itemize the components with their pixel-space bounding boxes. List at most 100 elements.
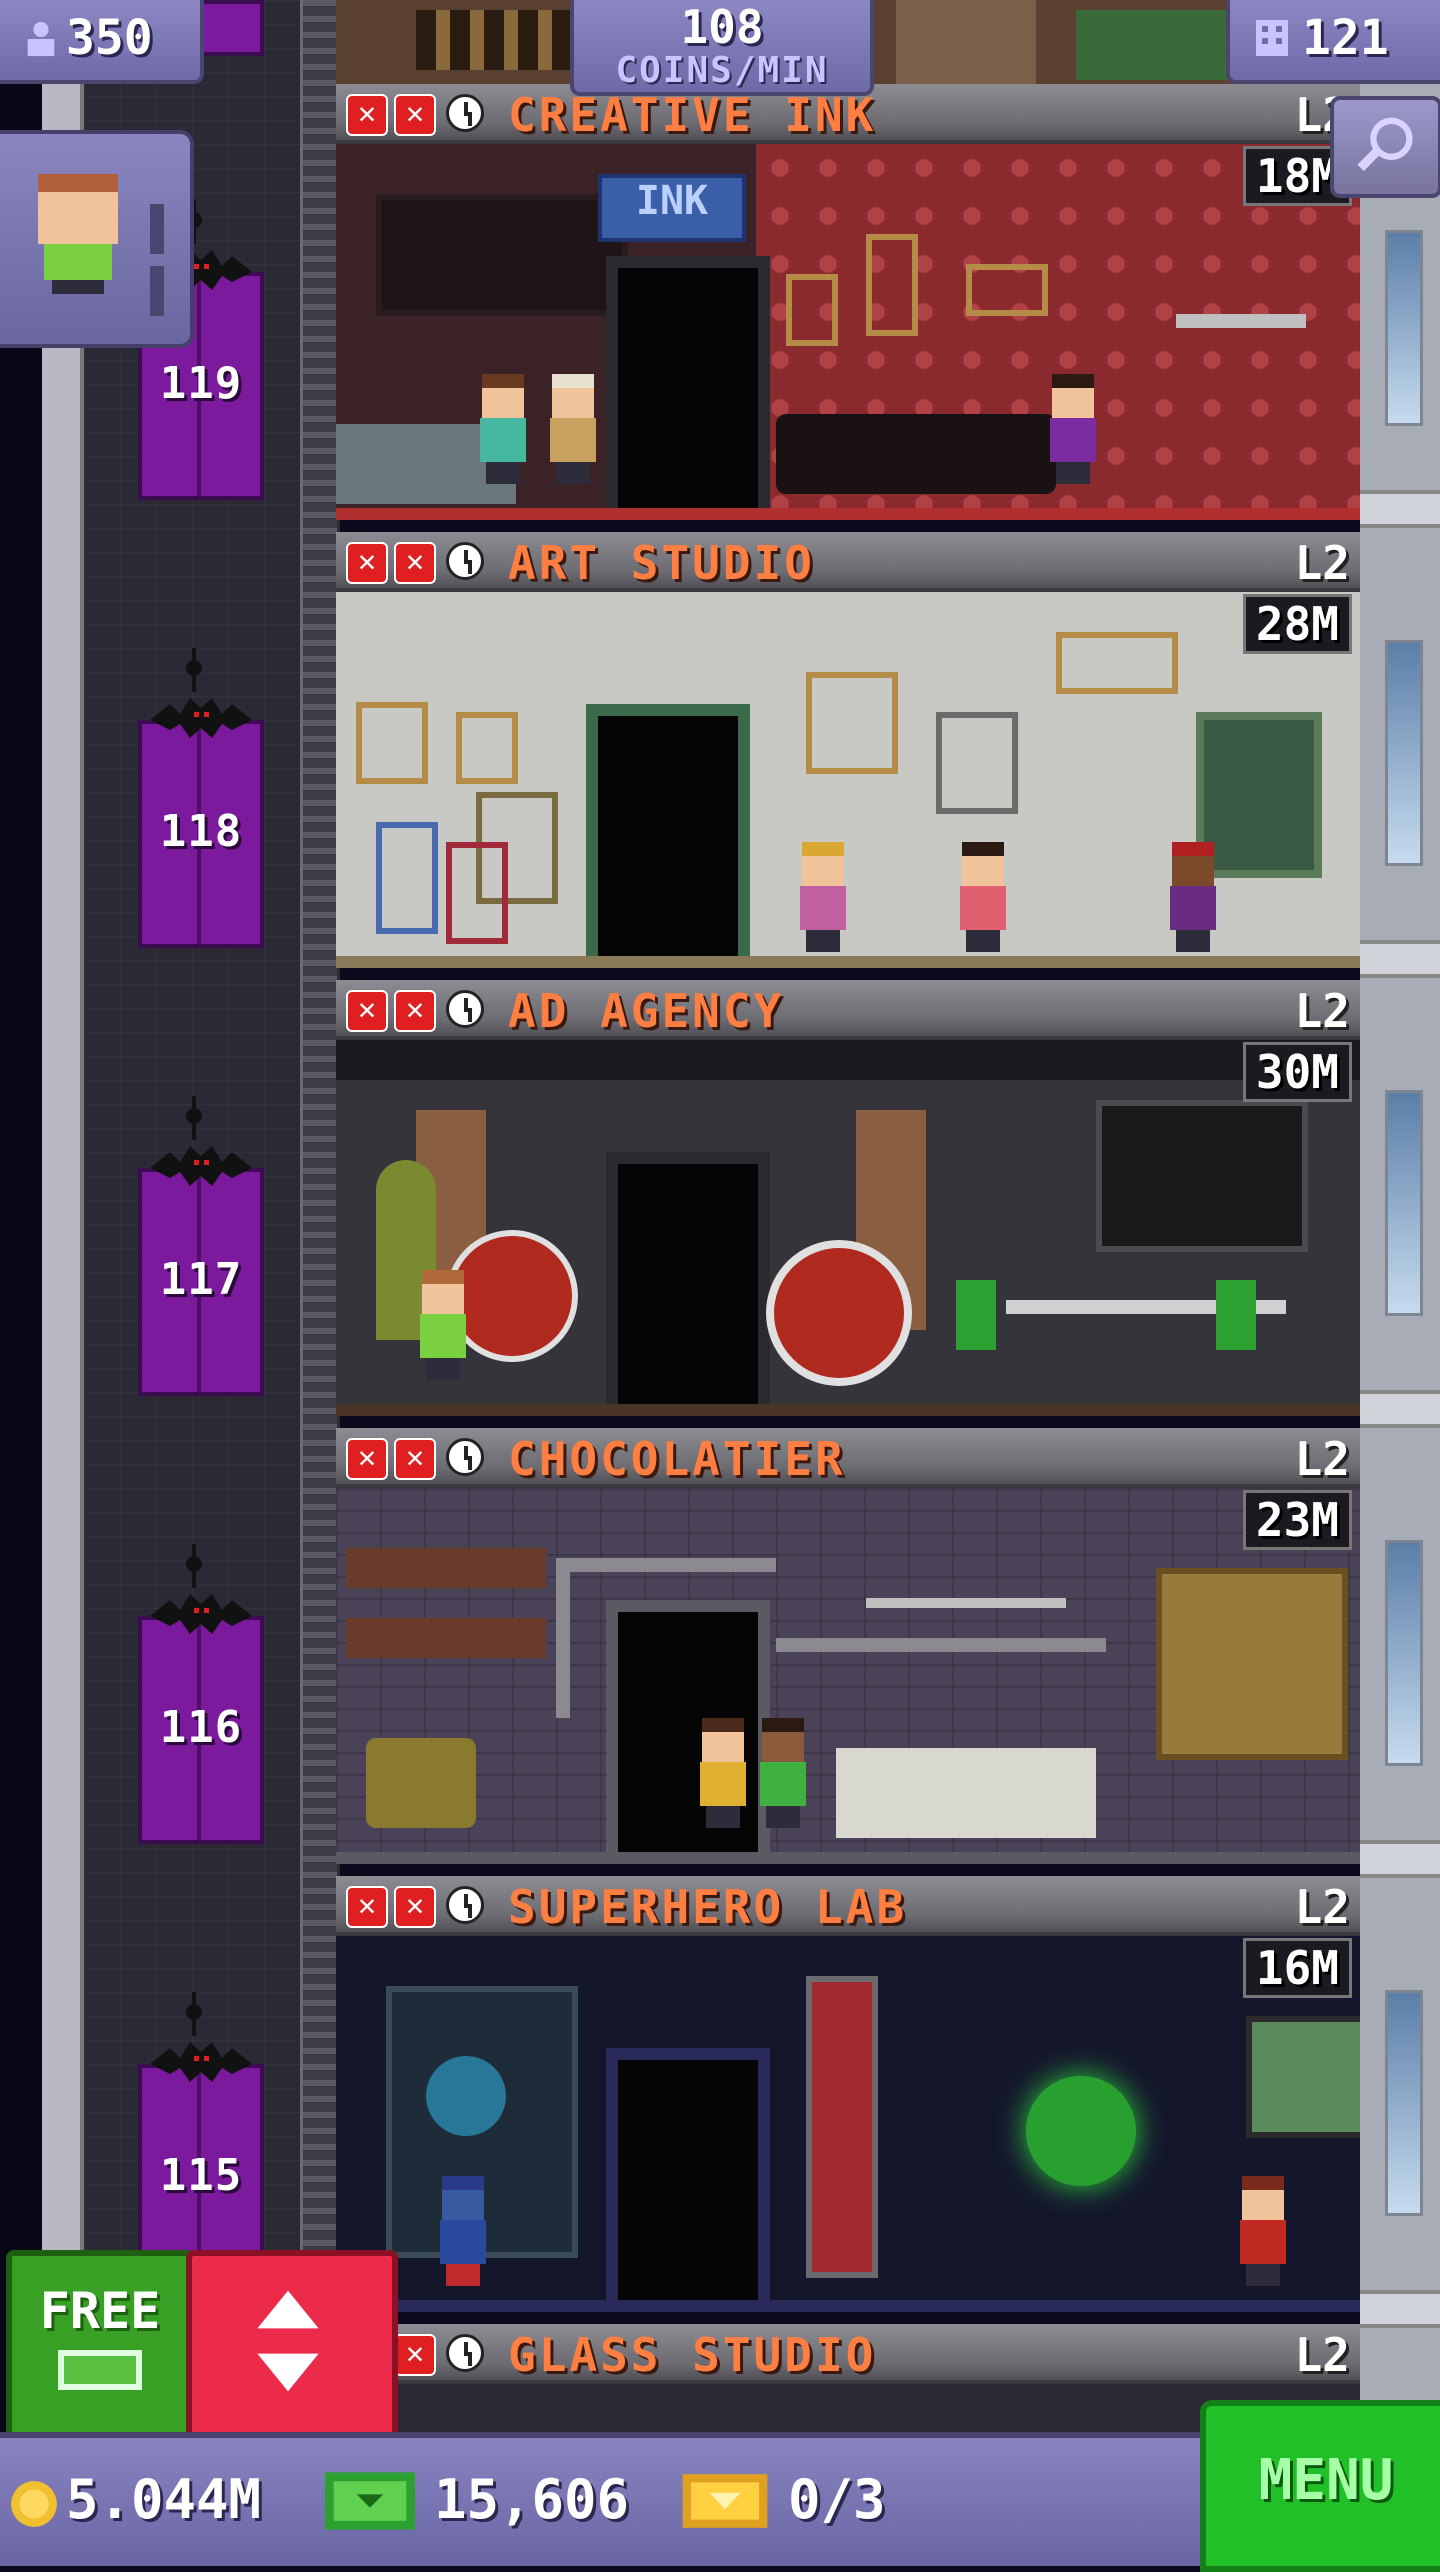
elevator-rail bbox=[300, 0, 340, 2460]
wall-picture bbox=[456, 712, 518, 784]
shaft-ornament-icon bbox=[186, 1096, 202, 1140]
ticket-icon bbox=[682, 2474, 768, 2528]
elevator-car[interactable]: 118 bbox=[138, 698, 264, 948]
bat-icon bbox=[150, 1594, 252, 1634]
floor-level: L2 bbox=[1294, 984, 1350, 1038]
elevator-floor-number: 119 bbox=[159, 358, 243, 409]
floor-name: GLASS STUDIO bbox=[508, 2328, 877, 2382]
elevator-car[interactable]: 115 bbox=[138, 2042, 264, 2258]
floor-income-badge: 28M bbox=[1242, 594, 1352, 654]
bat-icon bbox=[150, 2042, 252, 2082]
shaft-ornament-icon bbox=[186, 1544, 202, 1588]
floor-name: ART STUDIO bbox=[508, 536, 815, 590]
floor-name: AD AGENCY bbox=[508, 984, 785, 1038]
wall-separator bbox=[1360, 1390, 1440, 1428]
floor-header[interactable]: ✕ GLASS STUDIO L2 bbox=[336, 2324, 1360, 2384]
window bbox=[1385, 640, 1423, 866]
tickets-value: 0/3 bbox=[788, 2468, 886, 2531]
bat-icon bbox=[150, 1146, 252, 1186]
ink-sign: INK bbox=[598, 174, 746, 242]
clock-icon bbox=[446, 990, 484, 1028]
bitizen-avatar-button[interactable] bbox=[0, 130, 194, 348]
window bbox=[1385, 1090, 1423, 1316]
resident-figure bbox=[1166, 842, 1220, 952]
window bbox=[1385, 1990, 1423, 2216]
wall-picture bbox=[966, 264, 1048, 316]
shaft-ornament-icon bbox=[186, 648, 202, 692]
resident-figure bbox=[546, 374, 600, 484]
close-x-icon: ✕ bbox=[346, 1438, 388, 1480]
floor-count-value: 121 bbox=[1302, 10, 1389, 66]
floor-header[interactable]: ✕ ✕ CHOCOLATIER L2 bbox=[336, 1428, 1360, 1488]
room-door bbox=[606, 256, 770, 508]
close-x-icon: ✕ bbox=[394, 94, 436, 136]
close-x-icon: ✕ bbox=[346, 990, 388, 1032]
person-icon bbox=[27, 21, 55, 57]
floor-header[interactable]: ✕ ✕ ART STUDIO L2 bbox=[336, 532, 1360, 592]
floor-name: CHOCOLATIER bbox=[508, 1432, 846, 1486]
resident-figure bbox=[696, 1718, 750, 1828]
resident-figure bbox=[1046, 374, 1100, 484]
room-door bbox=[586, 704, 750, 956]
close-x-icon: ✕ bbox=[394, 1886, 436, 1928]
coin-icon bbox=[11, 2481, 57, 2527]
wall-separator bbox=[1360, 940, 1440, 978]
floor-name: CREATIVE INK bbox=[508, 88, 877, 142]
room-door bbox=[606, 2048, 770, 2300]
close-x-icon: ✕ bbox=[394, 2334, 436, 2376]
close-x-icon: ✕ bbox=[346, 94, 388, 136]
floor-income-badge: 30M bbox=[1242, 1042, 1352, 1102]
bux-value: 15,606 bbox=[434, 2468, 630, 2531]
avatar bbox=[30, 174, 126, 294]
building-left-rail bbox=[42, 0, 84, 2560]
building-icon bbox=[1256, 20, 1288, 56]
wall-picture bbox=[936, 712, 1018, 814]
room-scene: INK bbox=[336, 144, 1360, 520]
floor-header[interactable]: ✕ ✕ SUPERHERO LAB L2 bbox=[336, 1876, 1360, 1936]
exclamation-icon bbox=[150, 204, 164, 254]
bux-icon bbox=[324, 2472, 416, 2530]
close-x-icon: ✕ bbox=[346, 542, 388, 584]
coins-per-minute-value: 108 bbox=[680, 0, 764, 54]
elevator-floor-number: 118 bbox=[159, 806, 243, 857]
coins-value: 5.044M bbox=[66, 2468, 262, 2531]
clock-icon bbox=[446, 94, 484, 132]
floor-income-badge: 16M bbox=[1242, 1938, 1352, 1998]
free-bux-button[interactable]: FREE bbox=[6, 2250, 194, 2442]
floor-header[interactable]: ✕ ✕ AD AGENCY L2 bbox=[336, 980, 1360, 1040]
resident-figure bbox=[796, 842, 850, 952]
floor-ad-agency[interactable]: ✕ ✕ AD AGENCY L2 30M bbox=[336, 980, 1360, 1428]
left-edge bbox=[0, 0, 42, 2560]
menu-button[interactable]: MENU bbox=[1200, 2400, 1440, 2572]
bat-icon bbox=[150, 698, 252, 738]
close-x-icon: ✕ bbox=[346, 1886, 388, 1928]
close-x-icon: ✕ bbox=[394, 990, 436, 1032]
floor-level: L2 bbox=[1294, 2328, 1350, 2382]
room-scene bbox=[336, 1040, 1360, 1416]
close-x-icon: ✕ bbox=[394, 542, 436, 584]
clock-icon bbox=[446, 2334, 484, 2372]
population-counter[interactable]: 350 bbox=[0, 0, 204, 84]
coins-per-minute-panel[interactable]: 108 COINS/MIN bbox=[570, 0, 874, 96]
floor-art-studio[interactable]: ✕ ✕ ART STUDIO L2 28M bbox=[336, 532, 1360, 980]
elevator-up-down-button[interactable] bbox=[186, 2250, 398, 2442]
floor-level: L2 bbox=[1294, 1432, 1350, 1486]
floor-level: L2 bbox=[1294, 536, 1350, 590]
elevator-floor-number: 116 bbox=[159, 1702, 243, 1753]
clock-icon bbox=[446, 1438, 484, 1476]
wall-separator bbox=[1360, 490, 1440, 528]
resident-figure bbox=[1236, 2176, 1290, 2286]
zoom-button[interactable] bbox=[1330, 96, 1440, 198]
wall-picture bbox=[1056, 632, 1178, 694]
floor-creative-ink[interactable]: ✕ ✕ CREATIVE INK L2 18M INK bbox=[336, 84, 1360, 532]
resident-figure bbox=[476, 374, 530, 484]
wall-separator bbox=[1360, 1840, 1440, 1878]
elevator-car[interactable]: 116 bbox=[138, 1594, 264, 1844]
elevator-car[interactable]: 117 bbox=[138, 1146, 264, 1396]
resident-figure bbox=[756, 1718, 810, 1828]
clock-icon bbox=[446, 1886, 484, 1924]
floor-level: L2 bbox=[1294, 1880, 1350, 1934]
floor-chocolatier[interactable]: ✕ ✕ CHOCOLATIER L2 23M bbox=[336, 1428, 1360, 1876]
floor-superhero-lab[interactable]: ✕ ✕ SUPERHERO LAB L2 16M bbox=[336, 1876, 1360, 2324]
floor-count-counter[interactable]: 121 bbox=[1226, 0, 1440, 84]
